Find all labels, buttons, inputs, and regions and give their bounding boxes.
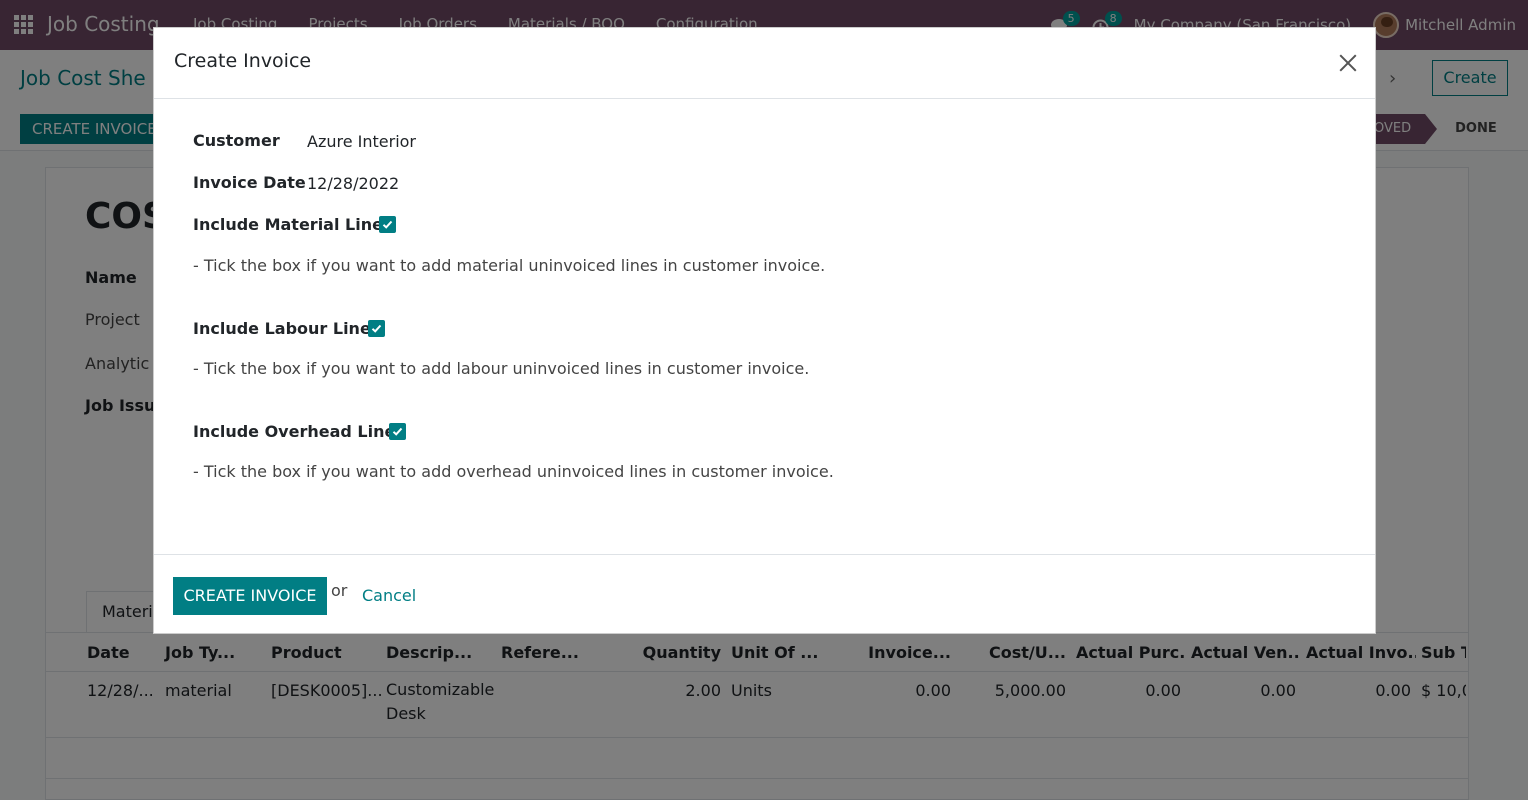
customer-field[interactable]: Azure Interior xyxy=(307,132,416,151)
include-labour-label: Include Labour Lines xyxy=(193,319,381,338)
cancel-button[interactable]: Cancel xyxy=(362,586,416,605)
include-overhead-label: Include Overhead Lines xyxy=(193,422,405,441)
invoice-date-label: Invoice Date xyxy=(193,173,306,192)
close-icon[interactable] xyxy=(1338,53,1358,73)
modal-header: Create Invoice xyxy=(154,28,1375,99)
invoice-date-field[interactable]: 12/28/2022 xyxy=(307,174,399,193)
modal-footer: CREATE INVOICE or Cancel xyxy=(154,554,1375,634)
modal-body: Customer Azure Interior Invoice Date 12/… xyxy=(154,99,1375,554)
checkmark-icon xyxy=(382,220,393,229)
labour-help-text: - Tick the box if you want to add labour… xyxy=(193,359,810,378)
material-help-text: - Tick the box if you want to add materi… xyxy=(193,256,826,275)
modal-title: Create Invoice xyxy=(174,50,312,72)
create-invoice-dialog: Create Invoice Customer Azure Interior I… xyxy=(153,27,1376,634)
include-material-label: Include Material Lines xyxy=(193,215,393,234)
include-labour-checkbox[interactable] xyxy=(368,320,385,337)
create-invoice-button[interactable]: CREATE INVOICE xyxy=(173,577,327,615)
customer-label: Customer xyxy=(193,131,280,150)
overhead-help-text: - Tick the box if you want to add overhe… xyxy=(193,462,834,481)
or-text: or xyxy=(331,581,348,600)
include-material-checkbox[interactable] xyxy=(379,216,396,233)
checkmark-icon xyxy=(371,324,382,333)
include-overhead-checkbox[interactable] xyxy=(389,423,406,440)
checkmark-icon xyxy=(392,427,403,436)
